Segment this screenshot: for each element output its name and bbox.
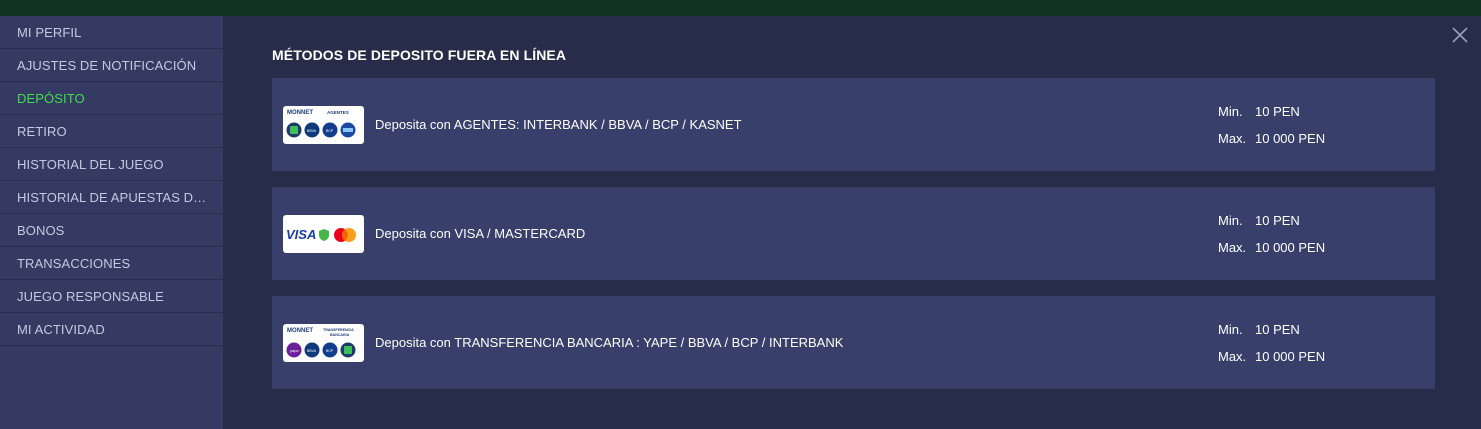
min-label: Min. bbox=[1218, 321, 1243, 337]
deposit-method-bank-transfer[interactable]: MONNET TRANSFERENCIA BANCARIA yape BBVA … bbox=[272, 296, 1435, 389]
sidebar-item-label: JUEGO RESPONSABLE bbox=[17, 288, 164, 304]
sidebar-item-transactions[interactable]: TRANSACCIONES bbox=[0, 247, 223, 280]
sidebar-item-game-history[interactable]: HISTORIAL DEL JUEGO bbox=[0, 148, 223, 181]
sidebar-item-label: MI ACTIVIDAD bbox=[17, 321, 105, 337]
sidebar-item-label: AJUSTES DE NOTIFICACIÓN bbox=[17, 57, 197, 73]
sidebar: MI PERFIL AJUSTES DE NOTIFICACIÓN DEPÓSI… bbox=[0, 16, 223, 429]
svg-text:BBVA: BBVA bbox=[307, 349, 317, 353]
min-value: 10 PEN bbox=[1255, 103, 1300, 119]
svg-text:MONNET: MONNET bbox=[287, 110, 313, 116]
sidebar-item-label: DEPÓSITO bbox=[17, 90, 85, 106]
min-value: 10 PEN bbox=[1255, 321, 1300, 337]
sidebar-item-withdrawal[interactable]: RETIRO bbox=[0, 115, 223, 148]
svg-text:BCP: BCP bbox=[326, 349, 334, 353]
main-content: MÉTODOS DE DEPOSITO FUERA EN LÍNEA MONNE… bbox=[223, 16, 1481, 429]
sidebar-item-notification-settings[interactable]: AJUSTES DE NOTIFICACIÓN bbox=[0, 49, 223, 82]
max-label: Max. bbox=[1218, 130, 1247, 146]
svg-text:AGENTES: AGENTES bbox=[327, 110, 349, 115]
sidebar-item-label: TRANSACCIONES bbox=[17, 255, 131, 271]
svg-text:yape: yape bbox=[290, 348, 299, 353]
close-icon[interactable] bbox=[1451, 26, 1469, 44]
max-label: Max. bbox=[1218, 239, 1247, 255]
sidebar-item-label: HISTORIAL DE APUESTAS DEPORTIVAS bbox=[17, 189, 209, 205]
method-description: Deposita con TRANSFERENCIA BANCARIA : YA… bbox=[375, 335, 844, 350]
min-value: 10 PEN bbox=[1255, 212, 1300, 228]
deposit-modal: MI PERFIL AJUSTES DE NOTIFICACIÓN DEPÓSI… bbox=[0, 16, 1481, 429]
visa-mastercard-logo: VISA bbox=[283, 214, 364, 253]
method-description: Deposita con VISA / MASTERCARD bbox=[375, 226, 586, 241]
monnet-agents-logo: MONNET AGENTES BBVA BCP bbox=[283, 105, 364, 144]
method-limits: Min. 10 PEN Max. 10 000 PEN bbox=[1218, 207, 1435, 261]
sidebar-item-label: BONOS bbox=[17, 222, 65, 238]
method-limits: Min. 10 PEN Max. 10 000 PEN bbox=[1218, 316, 1435, 370]
svg-text:BBVA: BBVA bbox=[307, 129, 317, 133]
background-top-strip bbox=[0, 0, 1481, 16]
page-title: MÉTODOS DE DEPOSITO FUERA EN LÍNEA bbox=[272, 47, 567, 63]
max-value: 10 000 PEN bbox=[1255, 239, 1326, 255]
svg-text:BANCARIA: BANCARIA bbox=[330, 333, 350, 337]
svg-text:BCP: BCP bbox=[326, 129, 334, 133]
min-label: Min. bbox=[1218, 103, 1243, 119]
sidebar-item-label: RETIRO bbox=[17, 123, 67, 139]
svg-text:VISA: VISA bbox=[286, 227, 316, 242]
sidebar-item-my-activity[interactable]: MI ACTIVIDAD bbox=[0, 313, 223, 346]
max-label: Max. bbox=[1218, 348, 1247, 364]
max-value: 10 000 PEN bbox=[1255, 348, 1326, 364]
deposit-method-cards[interactable]: VISA Deposita con VISA / MASTERCARD Min.… bbox=[272, 187, 1435, 280]
sidebar-item-deposit[interactable]: DEPÓSITO bbox=[0, 82, 223, 115]
svg-text:MONNET: MONNET bbox=[287, 328, 313, 334]
sidebar-item-bonuses[interactable]: BONOS bbox=[0, 214, 223, 247]
max-value: 10 000 PEN bbox=[1255, 130, 1326, 146]
sidebar-item-my-profile[interactable]: MI PERFIL bbox=[0, 16, 223, 49]
svg-text:TRANSFERENCIA: TRANSFERENCIA bbox=[323, 328, 354, 332]
sidebar-item-sports-bet-history[interactable]: HISTORIAL DE APUESTAS DEPORTIVAS bbox=[0, 181, 223, 214]
sidebar-item-responsible-gaming[interactable]: JUEGO RESPONSABLE bbox=[0, 280, 223, 313]
monnet-bank-transfer-logo: MONNET TRANSFERENCIA BANCARIA yape BBVA … bbox=[283, 323, 364, 362]
sidebar-item-label: MI PERFIL bbox=[17, 24, 82, 40]
sidebar-item-label: HISTORIAL DEL JUEGO bbox=[17, 156, 164, 172]
method-description: Deposita con AGENTES: INTERBANK / BBVA /… bbox=[375, 117, 742, 132]
deposit-method-agents[interactable]: MONNET AGENTES BBVA BCP Deposita con AGE… bbox=[272, 78, 1435, 171]
min-label: Min. bbox=[1218, 212, 1243, 228]
method-limits: Min. 10 PEN Max. 10 000 PEN bbox=[1218, 98, 1435, 152]
